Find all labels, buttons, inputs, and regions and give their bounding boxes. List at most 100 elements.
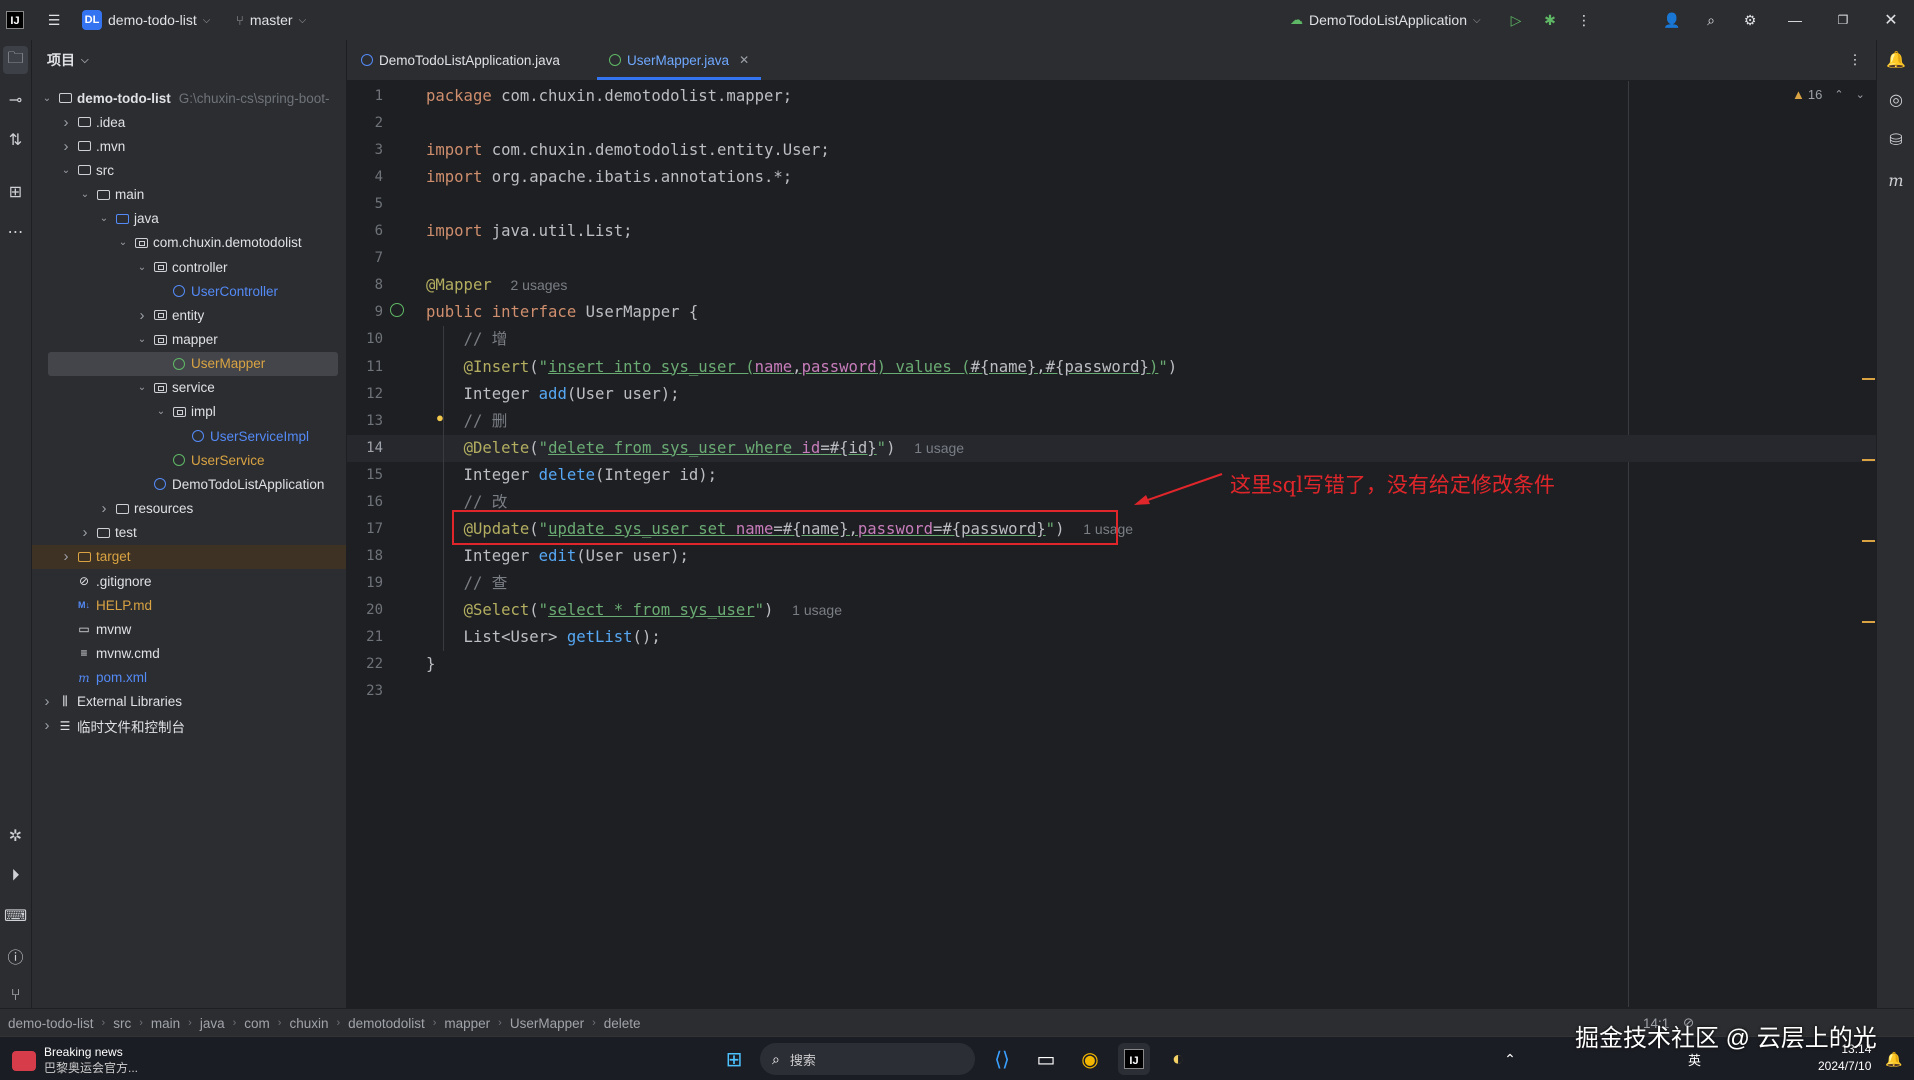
main-menu-icon[interactable]: ☰: [42, 0, 66, 40]
code-line[interactable]: public interface UserMapper {: [426, 299, 698, 326]
chevron-down-icon[interactable]: ⌄: [59, 165, 73, 176]
chevron-up-icon[interactable]: ⌃: [1834, 88, 1843, 101]
branch-switcher[interactable]: ⑂ master ⌵: [236, 0, 306, 40]
tree-item[interactable]: › test: [32, 521, 346, 545]
chevron-right-icon[interactable]: ›: [59, 138, 73, 155]
breadcrumb-item[interactable]: main: [151, 1016, 180, 1031]
git-icon[interactable]: ⑂: [0, 982, 31, 1010]
terminal-icon[interactable]: ⌨: [0, 902, 31, 930]
tree-item[interactable]: M↓ HELP.md: [32, 593, 346, 617]
project-panel-header[interactable]: 项目 ⌵: [47, 50, 89, 70]
tree-item[interactable]: UserService: [32, 448, 346, 472]
chevron-right-icon[interactable]: ›: [78, 524, 92, 541]
chevron-down-icon[interactable]: ⌄: [97, 213, 111, 224]
ai-assistant-icon[interactable]: ◎: [1877, 86, 1914, 114]
tree-item[interactable]: m pom.xml: [32, 666, 346, 690]
chevron-down-icon[interactable]: ⌄: [135, 382, 149, 393]
breadcrumb-item[interactable]: chuxin: [289, 1016, 328, 1031]
chevron-down-icon[interactable]: ⌄: [116, 237, 130, 248]
chevron-right-icon[interactable]: ›: [135, 307, 149, 324]
code-line[interactable]: import org.apache.ibatis.annotations.*;: [426, 164, 792, 191]
lightbulb-icon[interactable]: ●: [436, 410, 444, 425]
code-line[interactable]: import com.chuxin.demotodolist.entity.Us…: [426, 137, 830, 164]
breadcrumb-item[interactable]: src: [113, 1016, 131, 1031]
problems-icon[interactable]: ⓘ: [0, 942, 31, 970]
breadcrumb-item[interactable]: java: [200, 1016, 225, 1031]
error-stripe-mark[interactable]: [1862, 378, 1875, 380]
tree-item[interactable]: › entity: [32, 303, 346, 327]
code-line[interactable]: Integer add(User user);: [426, 381, 680, 408]
tree-item[interactable]: › .mvn: [32, 134, 346, 158]
line-number[interactable]: 20: [347, 597, 383, 624]
breadcrumb-item[interactable]: delete: [604, 1016, 641, 1031]
line-number[interactable]: 14: [347, 435, 383, 462]
close-tab-icon[interactable]: ✕: [739, 53, 749, 67]
news-widget[interactable]: Breaking news 巴黎奥运会官方...: [12, 1045, 138, 1076]
chrome-icon[interactable]: ◉: [1074, 1043, 1106, 1075]
tree-item[interactable]: › .idea: [32, 110, 346, 134]
line-number[interactable]: 16: [347, 489, 383, 516]
vscode-icon[interactable]: ⟨⟩: [986, 1043, 1018, 1075]
line-number[interactable]: 1: [347, 83, 383, 110]
breadcrumb-item[interactable]: UserMapper: [510, 1016, 584, 1031]
tree-item[interactable]: ⌄ main: [32, 183, 346, 207]
breadcrumb-item[interactable]: demo-todo-list: [8, 1016, 94, 1031]
tree-item[interactable]: ⌄ com.chuxin.demotodolist: [32, 231, 346, 255]
search-icon[interactable]: ⌕: [1697, 0, 1725, 40]
line-number[interactable]: 8: [347, 272, 383, 299]
tree-item[interactable]: UserController: [32, 279, 346, 303]
app-icon[interactable]: ◐: [1162, 1043, 1194, 1075]
tree-item[interactable]: ⌄ java: [32, 207, 346, 231]
code-with-me-icon[interactable]: 👤: [1658, 0, 1686, 40]
tree-item[interactable]: ⌄ demo-todo-list G:\chuxin-cs\spring-boot-: [32, 86, 346, 110]
services-icon[interactable]: ⏵: [0, 862, 31, 890]
tree-item[interactable]: ⊘ .gitignore: [32, 569, 346, 593]
chevron-right-icon[interactable]: ›: [40, 717, 54, 734]
tab-demotodolistapplication[interactable]: DemoTodoListApplication.java: [361, 40, 560, 80]
restore-icon[interactable]: ❐: [1828, 0, 1858, 40]
tree-item[interactable]: › resources: [32, 497, 346, 521]
chevron-right-icon[interactable]: ›: [59, 114, 73, 131]
tab-options-icon[interactable]: ⋮: [1845, 40, 1865, 80]
maven-icon[interactable]: m: [1877, 166, 1914, 194]
project-folder-icon[interactable]: 🗀: [3, 46, 28, 74]
terminal-app-icon[interactable]: ▭: [1030, 1043, 1062, 1075]
tree-item[interactable]: › ☰ 临时文件和控制台: [32, 714, 346, 738]
project-switcher[interactable]: DL demo-todo-list ⌵: [82, 0, 210, 40]
line-number[interactable]: 15: [347, 462, 383, 489]
chevron-down-icon[interactable]: ⌄: [135, 334, 149, 345]
tree-item[interactable]: ⌄ impl: [32, 400, 346, 424]
tree-item[interactable]: DemoTodoListApplication: [32, 472, 346, 496]
code-line[interactable]: Integer delete(Integer id);: [426, 462, 718, 489]
chevron-right-icon[interactable]: ›: [40, 693, 54, 710]
line-number[interactable]: 22: [347, 651, 383, 678]
breadcrumb-item[interactable]: com: [244, 1016, 270, 1031]
line-number[interactable]: 23: [347, 678, 383, 705]
more-actions-icon[interactable]: ⋮: [1572, 0, 1596, 40]
error-stripe-mark[interactable]: [1862, 459, 1875, 461]
code-line[interactable]: // 查: [426, 570, 508, 597]
chevron-right-icon[interactable]: ›: [59, 548, 73, 565]
line-number[interactable]: 7: [347, 245, 383, 272]
breadcrumb-item[interactable]: mapper: [444, 1016, 490, 1031]
more-tools-icon[interactable]: ⋯: [0, 218, 31, 246]
close-icon[interactable]: ✕: [1876, 0, 1906, 40]
pull-requests-icon[interactable]: ⇅: [0, 126, 31, 154]
code-line[interactable]: @Insert("insert into sys_user (name,pass…: [426, 354, 1178, 381]
line-number[interactable]: 11: [347, 354, 383, 381]
line-number[interactable]: 3: [347, 137, 383, 164]
tree-item[interactable]: ⌄ mapper: [32, 328, 346, 352]
code-line[interactable]: List<User> getList();: [426, 624, 661, 651]
tree-item[interactable]: ▭ mvnw: [32, 617, 346, 641]
tree-item[interactable]: UserMapper: [48, 351, 338, 376]
line-number[interactable]: 10: [347, 326, 383, 353]
intellij-icon[interactable]: IJ: [1118, 1043, 1150, 1075]
inspections-widget[interactable]: ▲ 16 ⌃ ⌄: [1792, 87, 1865, 102]
database-icon[interactable]: ⛁: [1877, 126, 1914, 154]
notifications-bell-icon[interactable]: 🔔: [1877, 46, 1914, 74]
code-line[interactable]: // 增: [426, 326, 508, 353]
tree-item[interactable]: ⌄ controller: [32, 255, 346, 279]
chevron-down-icon[interactable]: ⌄: [40, 93, 54, 104]
notification-icon[interactable]: 🔔: [1878, 1043, 1910, 1075]
line-number[interactable]: 13: [347, 408, 383, 435]
